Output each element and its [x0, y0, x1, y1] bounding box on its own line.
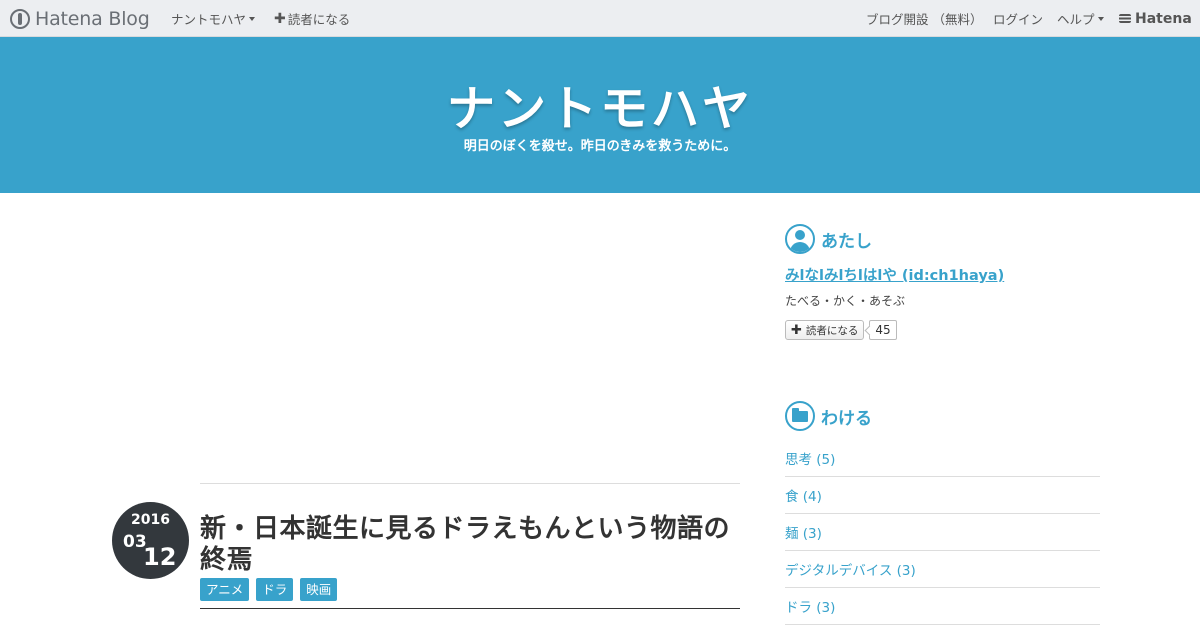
entry-date-badge[interactable]: 2016 03 12 [112, 502, 189, 579]
subscriber-count: 45 [869, 320, 897, 340]
category-heading-label: わける [821, 408, 872, 429]
hatena-blog-logo-icon [10, 8, 30, 29]
user-icon [785, 224, 815, 254]
blog-description: 明日のぼくを殺せ。昨日のきみを救うために。 [463, 139, 737, 154]
hatena-link[interactable]: Hatena [1119, 0, 1192, 37]
entry-title[interactable]: 新・日本誕生に見るドラえもんという物語の終焉 [200, 514, 745, 576]
date-year: 2016 [131, 512, 170, 528]
entry-header-rule [200, 608, 740, 609]
plus-icon: ✚ [274, 10, 286, 27]
blog-menu-dropdown[interactable]: ナントモハヤ [171, 0, 256, 37]
help-label: ヘルプ [1057, 12, 1095, 27]
subscribe-link[interactable]: ✚ 読者になる [274, 0, 350, 37]
help-dropdown[interactable]: ヘルプ [1057, 0, 1104, 37]
tag-anime[interactable]: アニメ [200, 578, 250, 601]
blog-title[interactable]: ナントモハヤ [0, 69, 1200, 139]
tag-movie[interactable]: 映画 [300, 578, 338, 601]
blog-menu-label: ナントモハヤ [171, 12, 247, 27]
profile-module-heading: あたし [785, 224, 872, 254]
open-blog-link[interactable]: ブログ開設 （無料） [866, 0, 982, 37]
category-item[interactable]: 食 (4) [785, 477, 1100, 514]
profile-description: たべる・かく・あそぶ [785, 294, 906, 308]
tag-dora[interactable]: ドラ [256, 578, 294, 601]
login-link[interactable]: ログイン [993, 0, 1043, 37]
profile-heading-label: あたし [821, 231, 872, 252]
subscribe-label: 読者になる [287, 12, 351, 27]
caret-down-icon [1097, 17, 1104, 21]
hatena-logo-icon [1119, 14, 1131, 23]
date-day: 12 [143, 543, 177, 571]
category-item[interactable]: 麺 (3) [785, 514, 1100, 551]
global-header: Hatena Blog ナントモハヤ ✚ 読者になる ブログ開設 （無料） ログ… [0, 0, 1200, 37]
category-item[interactable]: ドラ (3) [785, 588, 1100, 625]
blog-header: ナントモハヤ 明日のぼくを殺せ。昨日のきみを救うために。 [0, 37, 1200, 193]
category-module-heading: わける [785, 401, 872, 431]
open-blog-label: ブログ開設 （無料） [866, 12, 983, 27]
hatena-label: Hatena [1135, 10, 1192, 27]
entry-divider [200, 483, 740, 484]
caret-down-icon [249, 17, 256, 21]
subscribe-button[interactable]: ✚ 読者になる [785, 320, 865, 340]
category-item[interactable]: デジタルデバイス (3) [785, 551, 1100, 588]
subscribe-button-label: 読者になる [805, 324, 859, 337]
profile-name-link[interactable]: みlなlみlちlはlや (id:ch1haya) [785, 264, 1004, 285]
plus-icon: ✚ [791, 322, 802, 338]
folder-icon [785, 401, 815, 431]
logo-text: Hatena Blog [35, 7, 150, 30]
category-item[interactable]: 思考 (5) [785, 440, 1100, 477]
reader-subscribe-widget: ✚ 読者になる 45 [785, 320, 897, 340]
login-label: ログイン [993, 12, 1044, 27]
entry-tags: アニメ ドラ 映画 [200, 578, 338, 601]
category-list: 思考 (5) 食 (4) 麺 (3) デジタルデバイス (3) ドラ (3) [785, 440, 1100, 625]
hatena-blog-logo[interactable]: Hatena Blog [10, 0, 150, 37]
